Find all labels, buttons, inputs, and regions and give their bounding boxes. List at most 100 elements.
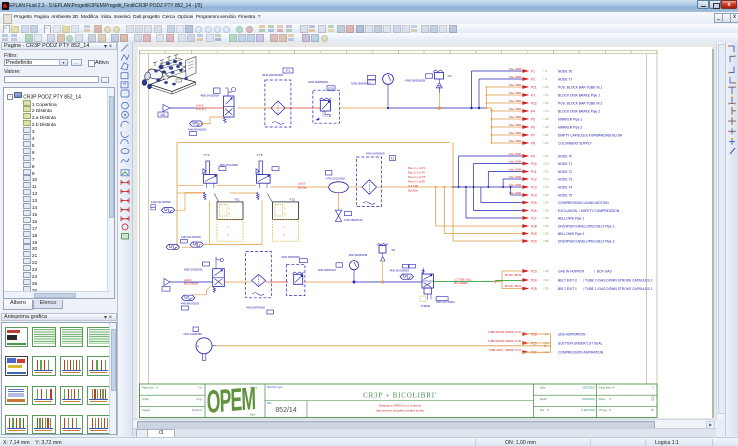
- svg-text:Pipe 1 (+) on P4: Pipe 1 (+) on P4: [408, 167, 426, 170]
- svg-text:Ø10 GREEN: Ø10 GREEN: [184, 282, 199, 285]
- svg-text:S-E95.0284: S-E95.0284: [581, 408, 595, 412]
- svg-text:that reserves all rights provi: that reserves all rights provided by law: [376, 409, 425, 413]
- svg-text:3: 3: [651, 397, 654, 403]
- svg-text:/ 302: / 302: [543, 287, 549, 291]
- svg-text:tube Ø9/8: tube Ø9/8: [509, 159, 522, 163]
- svg-text:/ 270: / 270: [543, 170, 549, 174]
- svg-text:/ 300: / 300: [543, 269, 549, 273]
- svg-text:tube Ø9/8: tube Ø9/8: [509, 167, 522, 171]
- svg-text:2.b: 2.b: [198, 386, 202, 390]
- svg-text:NODE 75: NODE 75: [558, 193, 572, 197]
- svg-text:tube Ø9/8: tube Ø9/8: [509, 107, 522, 111]
- svg-text:4386.SM35600B: 4386.SM35600B: [405, 79, 425, 83]
- svg-text:4290.SM046102: 4290.SM046102: [318, 269, 337, 272]
- svg-text:TUBE GRAY Ø80/90 Ø 70: TUBE GRAY Ø80/90 Ø 70: [488, 348, 521, 352]
- svg-text:MARKER Pipe 1: MARKER Pipe 1: [558, 117, 583, 121]
- svg-text:P21: P21: [531, 85, 537, 89]
- svg-text:UDS ASPIRATION: UDS ASPIRATION: [558, 332, 586, 336]
- svg-text:/ 72: / 72: [543, 69, 548, 73]
- svg-text:/ 170: / 170: [543, 93, 549, 97]
- svg-text:4296.SM046102: 4296.SM046102: [351, 82, 371, 86]
- svg-text:NODE 72: NODE 72: [558, 170, 572, 174]
- svg-text:4-10 (A.): 4-10 (A.): [196, 108, 206, 111]
- svg-text:tube Ø9/8: tube Ø9/8: [509, 67, 522, 71]
- svg-text:4940.SHF5006D: 4940.SHF5006D: [366, 152, 385, 155]
- svg-text:-TS2: -TS2: [289, 197, 296, 201]
- svg-text:P1: P1: [531, 69, 535, 73]
- svg-text:P11: P11: [531, 170, 537, 174]
- svg-text:Luigi: Luigi: [196, 397, 202, 401]
- svg-text:P2: P2: [531, 77, 535, 81]
- svg-text:TUBE WHITE Ø30/40 Ø 20: TUBE WHITE Ø30/40 Ø 20: [488, 339, 522, 343]
- svg-text:BELT EXIT 2 / TUBE 2 /GA: BELT EXIT 2 / TUBE 2 /GAS DOWN STROKE CA…: [558, 278, 653, 282]
- svg-text:/ 314: / 314: [543, 185, 549, 189]
- svg-text:COMPRESSION LINING MOTION: COMPRESSION LINING MOTION: [558, 201, 609, 205]
- svg-text:NODE 70: NODE 70: [558, 154, 572, 158]
- svg-text:tube Ø9/8: tube Ø9/8: [509, 139, 522, 143]
- svg-text:/ 73: / 73: [543, 77, 548, 81]
- svg-text:/ 109: / 109: [543, 125, 549, 129]
- svg-text:BELT EXIT 1 / TUBE 1 /GA: BELT EXIT 1 / TUBE 1 /GAS DOWN STROKE CA…: [558, 287, 653, 291]
- svg-text:Modif.: Modif.: [540, 397, 547, 401]
- svg-text:Design.: Design.: [142, 408, 151, 412]
- svg-text:-TS1: -TS1: [234, 197, 241, 201]
- svg-text:tube Ø9/8: tube Ø9/8: [509, 75, 522, 79]
- svg-text:4700.AB32PF38: 4700.AB32PF38: [344, 219, 363, 222]
- svg-text:Ø10 Blu: Ø10 Blu: [298, 186, 308, 189]
- svg-text:852/14: 852/14: [275, 407, 297, 414]
- svg-text:4940.SHF5006D: 4940.SHF5006D: [246, 307, 265, 310]
- svg-text:P18: P18: [531, 224, 537, 228]
- svg-text:EMPTY CAPSULES FORWARDING BLOW: EMPTY CAPSULES FORWARDING BLOW: [558, 133, 623, 137]
- svg-text:S/N: S/N: [267, 401, 271, 405]
- svg-text:/ 241: / 241: [543, 141, 549, 145]
- svg-text:MARKER Pipe 2: MARKER Pipe 2: [558, 125, 583, 129]
- svg-text:2100.ASA62388: 2100.ASA62388: [183, 333, 202, 336]
- svg-text:tube Ø9/8: tube Ø9/8: [509, 123, 522, 127]
- svg-text:/ 284: / 284: [543, 224, 549, 228]
- svg-text:NODE 71: NODE 71: [558, 162, 572, 166]
- svg-text:LA100: LA100: [184, 279, 192, 282]
- svg-text:/ 171: / 171: [543, 109, 549, 113]
- svg-text:/ 286: / 286: [543, 239, 549, 243]
- svg-text:/ 212: / 212: [543, 154, 549, 158]
- svg-text:/ 304: / 304: [543, 101, 549, 105]
- svg-text:P10: P10: [531, 162, 537, 166]
- svg-text:COMPRESSION ASPIRATION: COMPRESSION ASPIRATION: [558, 350, 604, 354]
- svg-text:P4: P4: [531, 109, 535, 113]
- svg-text:tube Ø9/8: tube Ø9/8: [509, 91, 522, 95]
- svg-text:P6: P6: [531, 125, 535, 129]
- svg-text:1A1: 1A1: [160, 113, 166, 117]
- svg-text:/ 303: / 303: [543, 85, 549, 89]
- svg-text:4980.SHS50006: 4980.SHS50006: [184, 269, 203, 272]
- svg-text:NODE 76: NODE 76: [558, 69, 572, 73]
- svg-text:POS. BLOCK BAR TUBE Nr.2: POS. BLOCK BAR TUBE Nr.2: [558, 101, 602, 105]
- svg-text:4940.DHF5006D: 4940.DHF5006D: [262, 73, 283, 77]
- svg-text:P16: P16: [531, 209, 537, 213]
- svg-text:P20: P20: [531, 239, 537, 243]
- svg-text:4440.PASN2000: 4440.PASN2000: [181, 302, 200, 305]
- svg-text:/ 301: / 301: [543, 278, 549, 282]
- svg-text:tube Ø9/8: tube Ø9/8: [509, 99, 522, 103]
- svg-text:/ 271: / 271: [543, 177, 549, 181]
- svg-text:4440.SM.AN0500: 4440.SM.AN0500: [151, 201, 171, 204]
- svg-text:4900.SHY30306: 4900.SHY30306: [436, 301, 455, 304]
- svg-text:tube Ø9/8: tube Ø9/8: [509, 152, 522, 156]
- svg-text:CR3P + BICOLIBRI': CR3P + BICOLIBRI': [363, 392, 437, 400]
- svg-text:P5: P5: [531, 117, 535, 121]
- svg-text:Ø10 Blue: Ø10 Blue: [408, 190, 419, 193]
- svg-text:-S1: -S1: [447, 74, 452, 78]
- svg-text:Ø10 GREEN: Ø10 GREEN: [454, 282, 468, 285]
- svg-text:POS. BLOCK BAR TUBE Nr.1: POS. BLOCK BAR TUBE Nr.1: [558, 85, 602, 89]
- svg-text:tube Ø9/8: tube Ø9/8: [509, 175, 522, 179]
- svg-text:Drawing of OPEM S.p.A. propert: Drawing of OPEM S.p.A. property: [379, 404, 421, 408]
- svg-text:/ 213: / 213: [543, 162, 549, 166]
- svg-text:BLOCK DISK BRAKE Pipe 1: BLOCK DISK BRAKE Pipe 1: [558, 93, 600, 97]
- svg-text:P17: P17: [531, 216, 537, 220]
- svg-text:COLOMBINO SUPPLY: COLOMBINO SUPPLY: [558, 141, 593, 145]
- svg-text:BLACK Ø9/12: BLACK Ø9/12: [505, 285, 522, 288]
- svg-text:BLOCK DISK BRAKE Pipe 2: BLOCK DISK BRAKE Pipe 2: [558, 109, 600, 113]
- svg-text:P13: P13: [531, 185, 537, 189]
- svg-text:Of pag. N.: Of pag. N.: [599, 408, 612, 412]
- svg-text:EXCLUSION / SAFETY COMPRESSIO: EXCLUSION / SAFETY COMPRESSION: [558, 209, 620, 213]
- svg-text:4940.SHR53606: 4940.SHR53606: [281, 256, 300, 259]
